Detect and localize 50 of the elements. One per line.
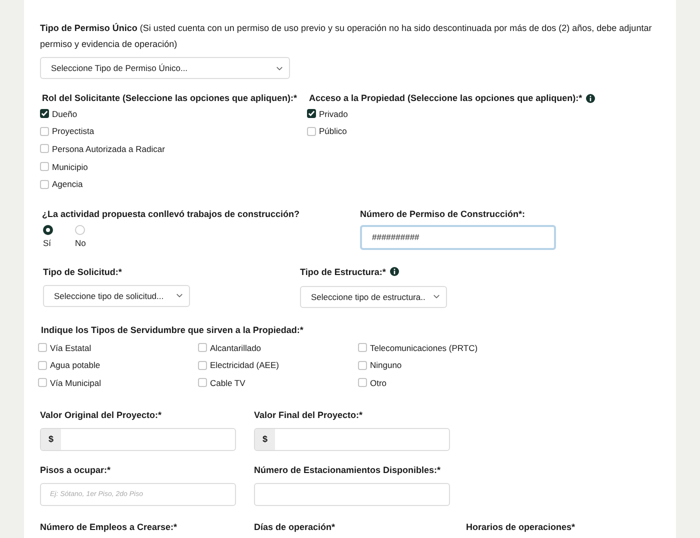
- permit-number-field[interactable]: ##########: [360, 224, 556, 250]
- checkbox-label: Cable TV: [210, 378, 246, 388]
- checkbox[interactable]: [40, 109, 49, 118]
- dropdown[interactable]: Seleccione Tipo de Permiso Único...: [40, 57, 290, 79]
- amount-field[interactable]: $: [40, 428, 236, 451]
- checkbox-label: Agencia: [52, 179, 83, 190]
- checkbox-label: Agua potable: [50, 360, 100, 370]
- caret-icon: [433, 294, 440, 300]
- field-label: Horarios de operaciones*: [466, 522, 576, 532]
- field-label: Valor Final del Proyecto:*: [254, 410, 364, 420]
- checkbox-label: Privado: [319, 108, 348, 119]
- checkbox-label: Alcantarillado: [210, 342, 262, 353]
- amount-field[interactable]: $: [254, 428, 450, 451]
- checkbox-label: Público: [319, 126, 347, 136]
- checkbox-label: Municipio: [52, 162, 88, 172]
- checkbox-label: Electricidad (AEE): [210, 360, 279, 370]
- checkbox-label: Persona Autorizada a Radicar: [52, 144, 165, 154]
- caret-icon: [176, 293, 183, 298]
- checkbox-label: Otro: [370, 378, 387, 388]
- field-label: Días de operación*: [254, 522, 336, 532]
- checkbox-label: Proyectista: [52, 126, 94, 136]
- checkbox-label: Dueño: [52, 108, 78, 119]
- field-label: Número de Empleos a Crearse:*: [40, 522, 178, 532]
- info-icon[interactable]: [586, 94, 596, 102]
- radio-button[interactable]: [43, 224, 53, 235]
- permit-type-label: Tipo de Permiso Único (Si usted cuenta con un permiso de uso previo y su operación no ha sido descontinuada por más de dos (2) años, debe adjuntar permiso y evidencia de operación): [40, 22, 653, 51]
- text-field[interactable]: [254, 482, 450, 506]
- checkbox-label: Telecomunicaciones (PRTC): [370, 342, 478, 353]
- radio-label: Sí: [43, 238, 52, 248]
- radio-label: No: [75, 238, 86, 248]
- caret-icon: [276, 66, 283, 70]
- field-label: Número de Estacionamientos Disponibles:*: [254, 464, 442, 475]
- field-label: Valor Original del Proyecto:*: [40, 410, 163, 420]
- dropdown[interactable]: Seleccione tipo de solicitud...: [43, 284, 190, 307]
- info-icon[interactable]: [390, 267, 399, 276]
- field-label: Tipo de Solicitud:*: [43, 266, 122, 277]
- dropdown[interactable]: Seleccione tipo de estructura..: [300, 286, 447, 308]
- checkbox-label: Vía Municipal: [50, 378, 102, 388]
- currency-prefix: $: [41, 428, 61, 450]
- field-label: Número de Permiso de Construcción*:: [360, 208, 526, 219]
- checkbox[interactable]: [307, 109, 316, 118]
- question-label: ¿La actividad propuesta conllevó trabajos de construcción?: [42, 208, 301, 219]
- field-label: Acceso a la Propiedad (Seleccione las opciones que apliquen):*: [309, 93, 582, 103]
- field-label: Tipo de Estructura:*: [300, 266, 386, 277]
- checkbox-label: Vía Estatal: [50, 342, 92, 353]
- field-label: Indique los Tipos de Servidumbre que sirven a la Propiedad:*: [41, 324, 304, 335]
- field-label: Pisos a ocupar:*: [40, 464, 112, 475]
- currency-prefix: $: [255, 428, 275, 450]
- field-label: Rol del Solicitante (Seleccione las opciones que apliquen):*: [42, 93, 298, 103]
- checkbox-label: Ninguno: [370, 360, 402, 370]
